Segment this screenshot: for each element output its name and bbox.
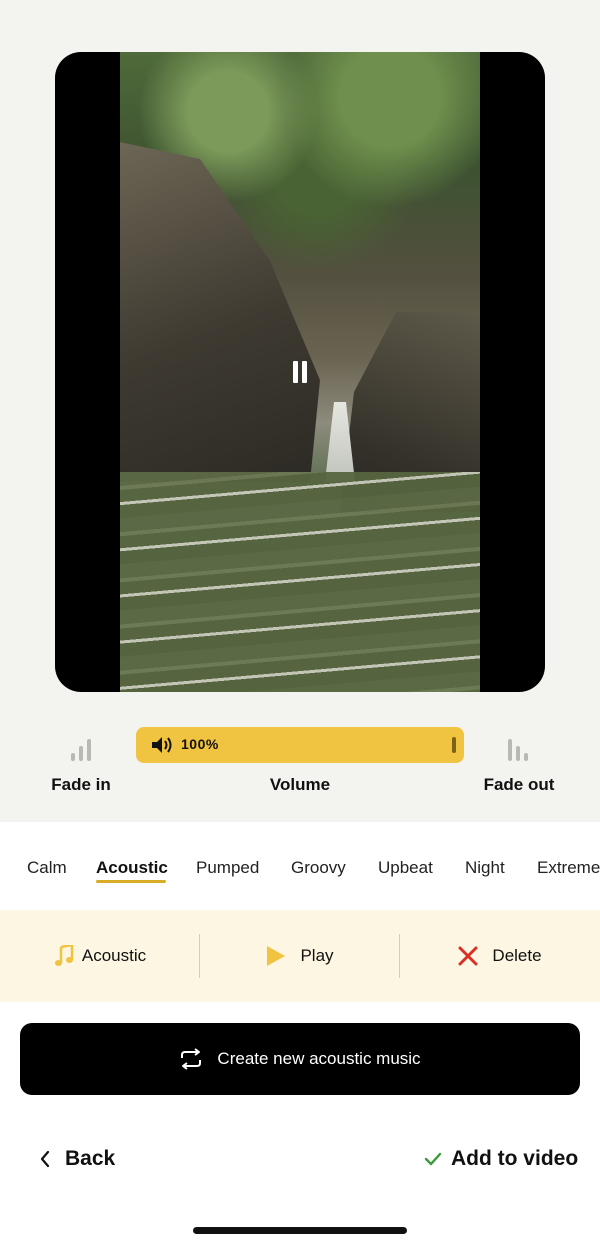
track-action-bar: Acoustic Play Delete (0, 910, 600, 1002)
track-name-button[interactable]: Acoustic (0, 910, 200, 1002)
play-icon (267, 946, 286, 966)
volume-slider[interactable]: 100% (136, 727, 464, 763)
add-to-video-button[interactable]: Add to video (424, 1147, 578, 1171)
checkmark-icon (424, 1152, 442, 1166)
pause-icon[interactable] (292, 361, 308, 383)
tab-calm[interactable]: Calm (27, 858, 67, 878)
track-name: Acoustic (81, 946, 147, 965)
repeat-icon (181, 1048, 202, 1070)
volume-slider-handle[interactable] (452, 737, 456, 753)
tab-groovy[interactable]: Groovy (291, 858, 346, 878)
delete-label: Delete (492, 946, 542, 965)
fade-in-label: Fade in (51, 775, 111, 794)
volume-label: Volume (269, 775, 331, 794)
tab-pumped[interactable]: Pumped (196, 858, 259, 878)
video-waterfall (325, 402, 355, 482)
tab-upbeat[interactable]: Upbeat (378, 858, 433, 878)
tab-extreme[interactable]: Extreme (537, 858, 600, 878)
fade-out-label: Fade out (483, 775, 555, 794)
bottom-navigation: Back Add to video (0, 1135, 600, 1189)
chevron-left-icon (40, 1150, 50, 1168)
music-note-icon (54, 945, 74, 966)
video-pool (120, 472, 480, 692)
close-icon (458, 946, 478, 966)
add-to-video-label: Add to video (451, 1147, 579, 1170)
back-button[interactable]: Back (38, 1147, 115, 1171)
home-indicator (193, 1227, 407, 1234)
tab-acoustic[interactable]: Acoustic (96, 858, 168, 878)
delete-button[interactable]: Delete (400, 910, 600, 1002)
create-new-music-button[interactable]: Create new acoustic music (20, 1023, 580, 1095)
volume-value: 100% (181, 736, 219, 752)
play-label: Play (300, 946, 334, 965)
back-label: Back (65, 1147, 116, 1170)
tab-night[interactable]: Night (465, 858, 505, 878)
create-button-label: Create new acoustic music (217, 1049, 421, 1068)
speaker-icon (152, 737, 172, 753)
genre-tabs: Calm Acoustic Pumped Groovy Upbeat Night… (0, 846, 600, 890)
fade-in-bars-icon[interactable] (68, 731, 98, 761)
play-button[interactable]: Play (200, 910, 400, 1002)
fade-out-bars-icon[interactable] (505, 731, 535, 761)
selected-tab-indicator (96, 880, 166, 883)
